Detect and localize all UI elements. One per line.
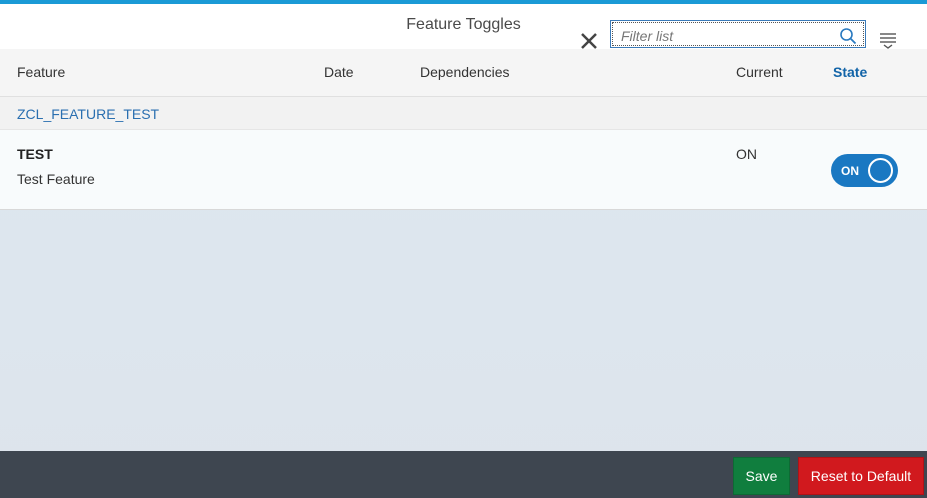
current-state-value: ON <box>736 146 757 162</box>
feature-description: Test Feature <box>17 171 95 187</box>
search-field[interactable] <box>610 20 866 48</box>
group-title: ZCL_FEATURE_TEST <box>17 106 160 122</box>
feature-toggles-app: Feature Toggles Feature Date Dependencie… <box>0 0 927 498</box>
state-toggle-switch[interactable]: ON <box>831 154 898 187</box>
group-header: ZCL_FEATURE_TEST <box>0 97 927 130</box>
column-header-dependencies[interactable]: Dependencies <box>420 64 510 80</box>
column-header-current[interactable]: Current <box>736 64 783 80</box>
table-row[interactable]: TEST Test Feature ON ON <box>0 130 927 210</box>
search-input[interactable] <box>621 27 826 45</box>
column-header-date[interactable]: Date <box>324 64 354 80</box>
toggle-knob <box>868 158 893 183</box>
reset-to-default-button[interactable]: Reset to Default <box>798 457 924 495</box>
table-header: Feature Date Dependencies Current State <box>0 49 927 97</box>
save-button[interactable]: Save <box>733 457 790 495</box>
search-icon[interactable] <box>839 27 857 45</box>
column-header-feature[interactable]: Feature <box>17 64 65 80</box>
footer-toolbar: Save Reset to Default <box>0 451 927 498</box>
sort-menu-icon[interactable] <box>878 30 898 50</box>
column-header-state[interactable]: State <box>833 64 867 80</box>
toggle-label: ON <box>841 164 859 178</box>
feature-name: TEST <box>17 146 53 162</box>
